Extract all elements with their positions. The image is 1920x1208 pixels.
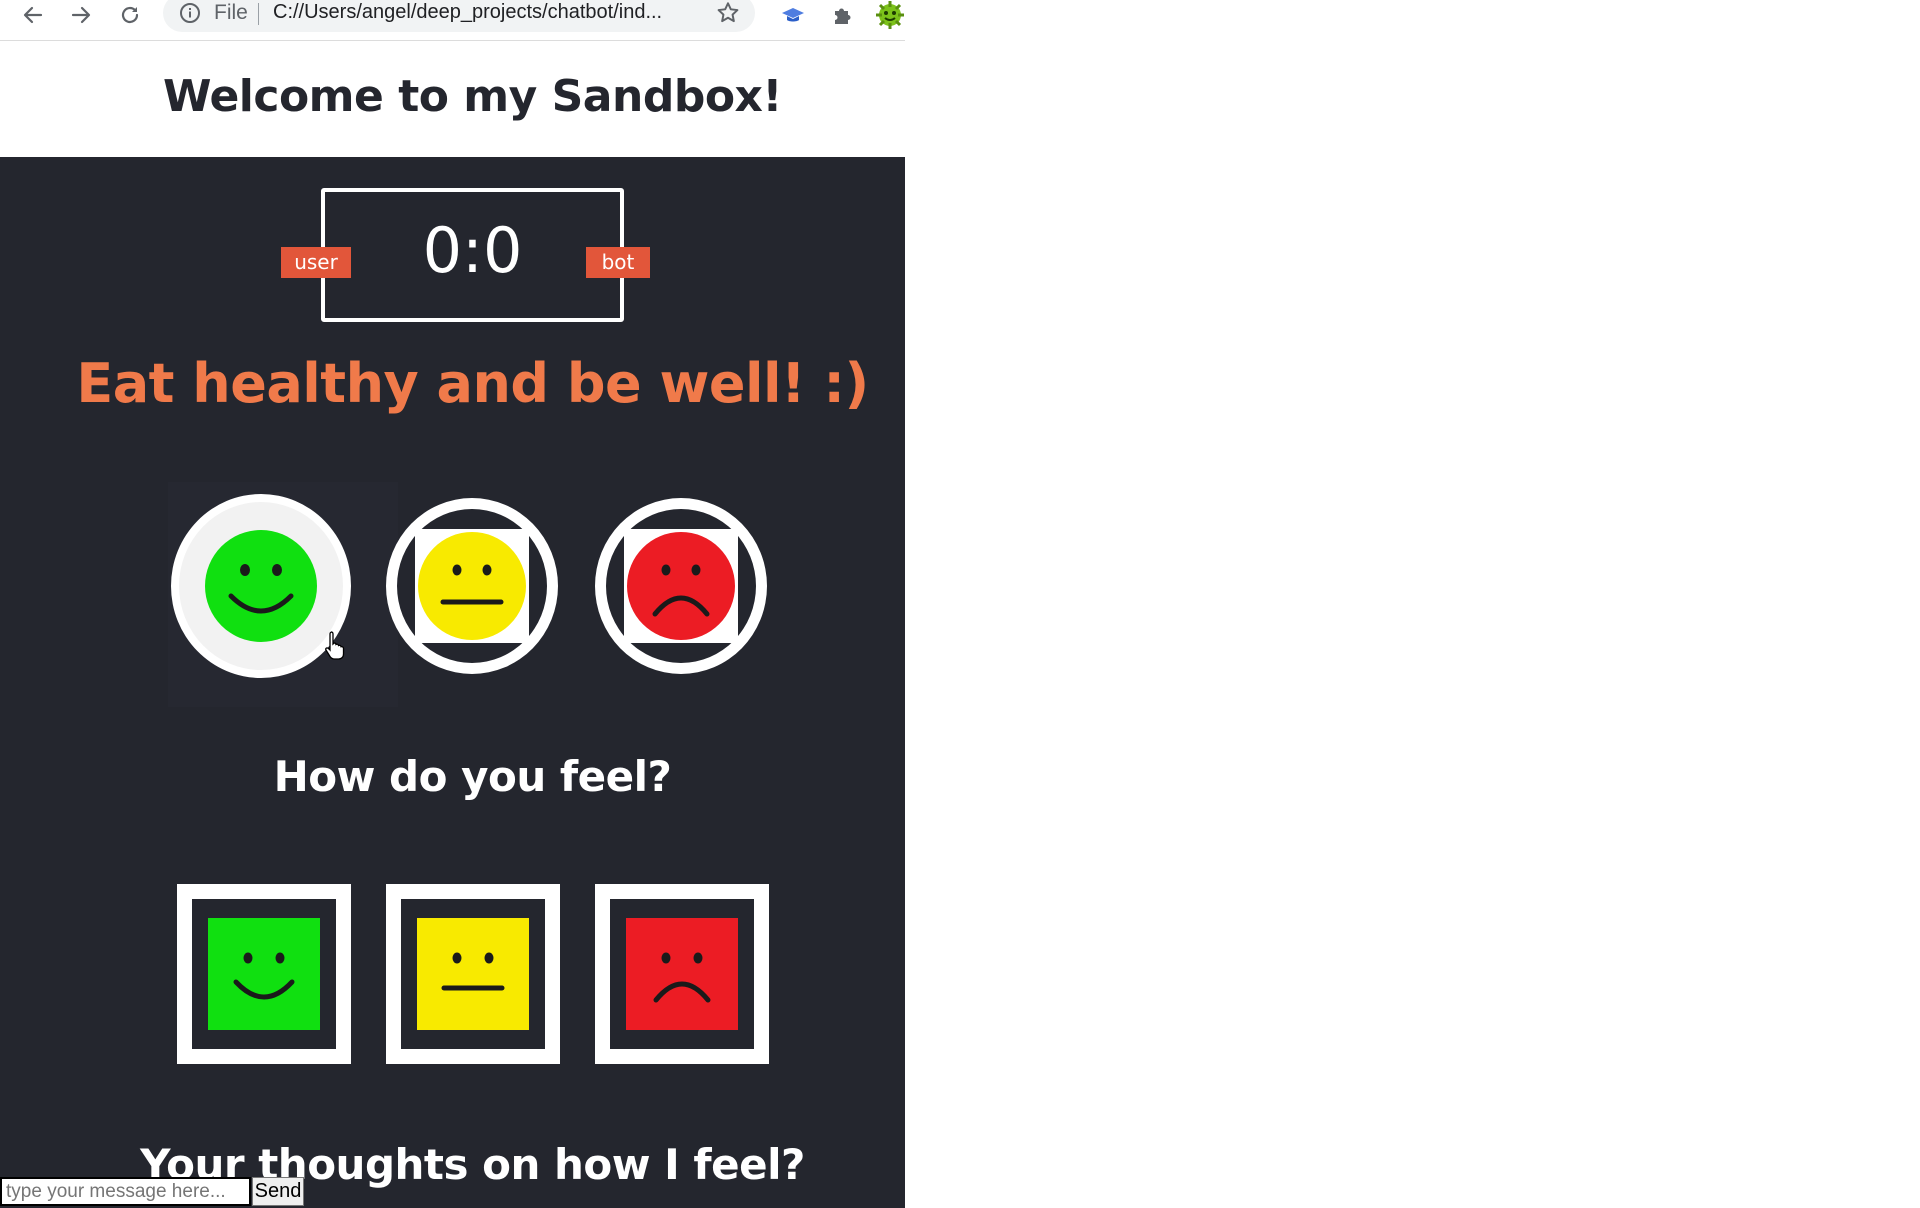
page-header: Welcome to my Sandbox! (0, 41, 905, 157)
scoreboard: 0:0 (321, 188, 624, 322)
back-arrow-icon (23, 6, 43, 24)
extensions-menu-button[interactable] (826, 0, 860, 30)
scheme-label: File (214, 1, 248, 24)
neutral-face-icon (417, 918, 529, 1030)
reload-icon (121, 6, 139, 24)
profile-button[interactable] (873, 0, 907, 30)
profile-avatar-icon (876, 1, 904, 29)
reload-button[interactable] (113, 0, 147, 30)
browser-toolbar: File C://Users/angel/deep_projects/chatb… (0, 0, 905, 41)
tagline: Eat healthy and be well! :) (76, 352, 869, 415)
score-value: 0:0 (422, 214, 523, 287)
happy-face-icon (205, 530, 317, 642)
back-button[interactable] (16, 0, 50, 30)
bot-sad-button[interactable] (595, 884, 769, 1064)
happy-face-icon (208, 918, 320, 1030)
graduation-cap-icon (782, 8, 804, 22)
feel-neutral-button[interactable] (386, 498, 558, 674)
feel-sad-button[interactable] (595, 498, 767, 674)
send-button[interactable]: Send (252, 1177, 304, 1206)
info-icon[interactable] (179, 2, 201, 24)
feel-happy-button[interactable] (171, 494, 351, 678)
bot-tag: bot (586, 247, 650, 278)
puzzle-piece-icon (835, 8, 851, 24)
forward-arrow-icon (71, 6, 91, 24)
neutral-face-icon (418, 532, 526, 640)
user-tag: user (281, 247, 351, 278)
page-title: Welcome to my Sandbox! (162, 71, 783, 122)
hand-cursor-icon (325, 631, 345, 660)
feelings-question: How do you feel? (273, 752, 672, 801)
sad-face-icon (626, 918, 738, 1030)
bookmark-star-icon[interactable] (715, 0, 741, 26)
address-bar[interactable]: File C://Users/angel/deep_projects/chatb… (163, 0, 755, 32)
scheme-divider (258, 3, 259, 25)
sad-face-icon (627, 532, 735, 640)
extension-button[interactable] (776, 0, 810, 30)
bot-happy-button[interactable] (177, 884, 351, 1064)
message-input[interactable] (0, 1177, 251, 1206)
sandbox-content: 0:0 user bot Eat healthy and be well! :) (0, 157, 905, 1208)
bot-neutral-button[interactable] (386, 884, 560, 1064)
browser-window: File C://Users/angel/deep_projects/chatb… (0, 0, 1920, 1208)
forward-button[interactable] (64, 0, 98, 30)
url-text[interactable]: C://Users/angel/deep_projects/chatbot/in… (273, 1, 662, 24)
